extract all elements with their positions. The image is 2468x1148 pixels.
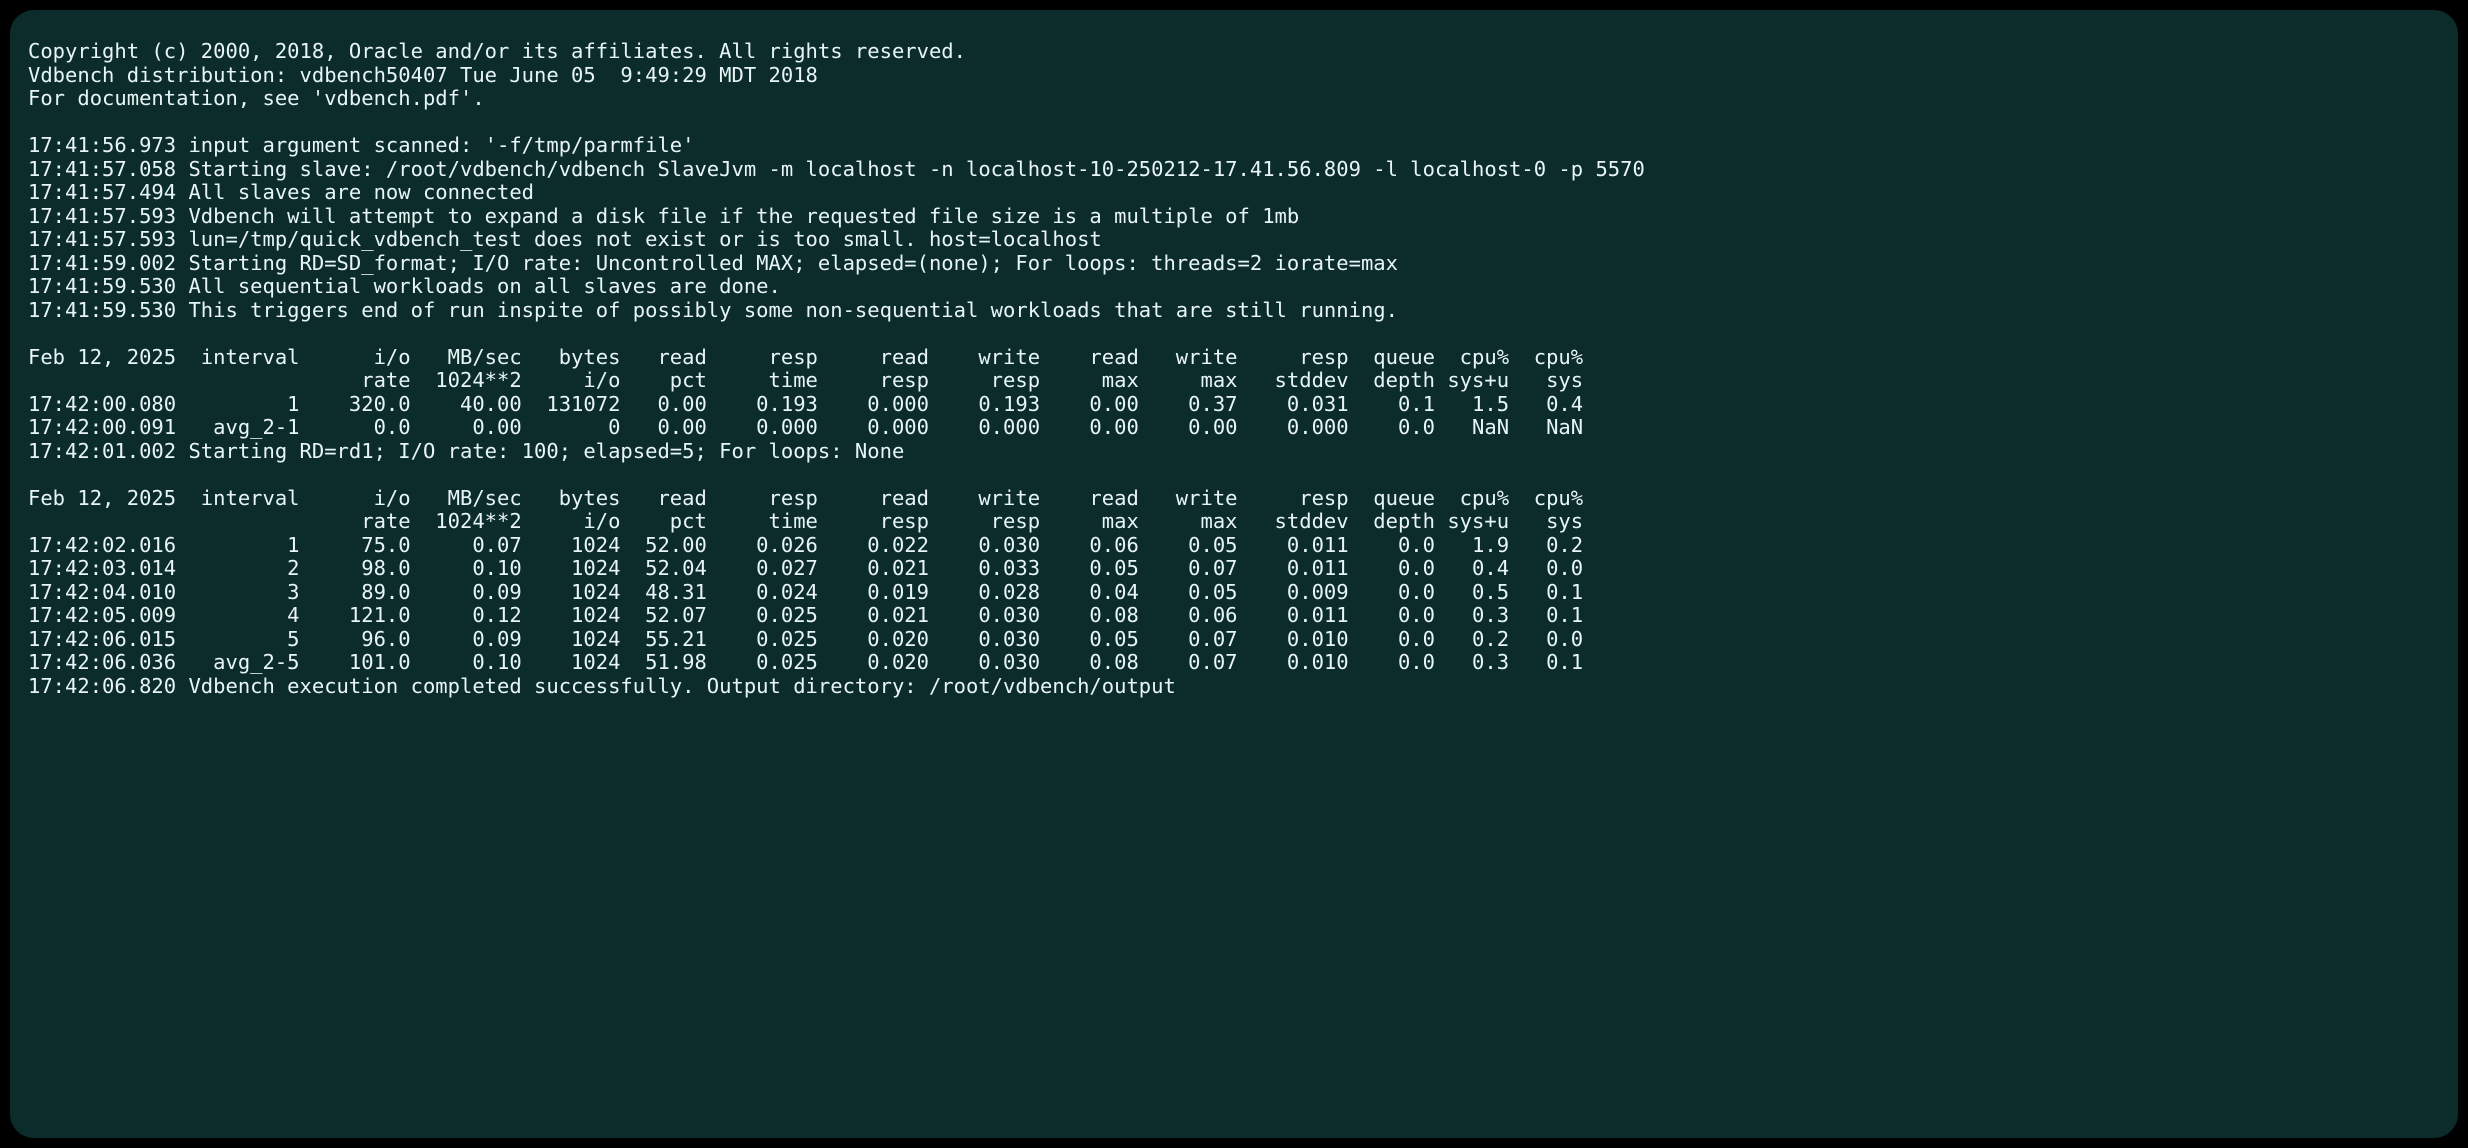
terminal-output: Copyright (c) 2000, 2018, Oracle and/or … <box>10 10 2458 1138</box>
